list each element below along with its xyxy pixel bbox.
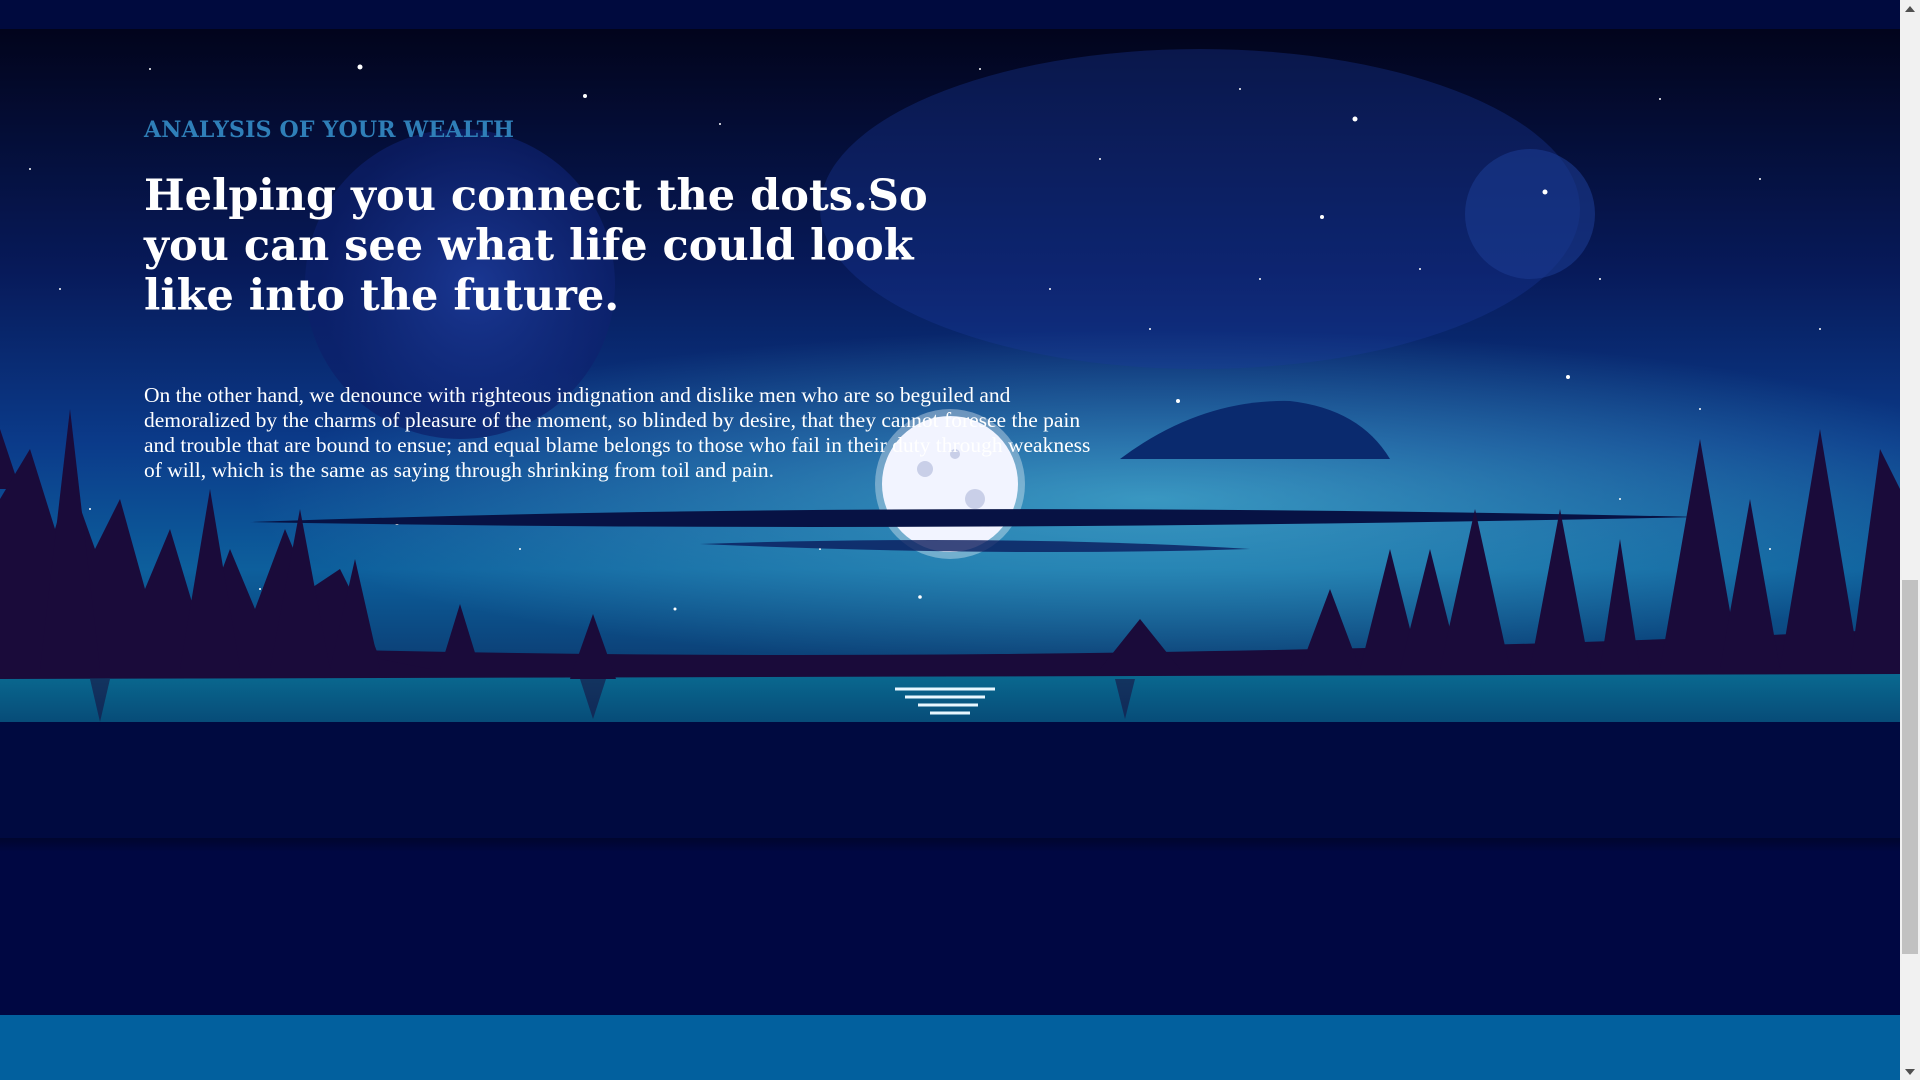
triangle-down-icon <box>1905 1068 1915 1075</box>
footer-bar <box>0 1015 1900 1080</box>
top-strip <box>0 0 1900 29</box>
section-eyebrow: ANALYSIS OF YOUR WEALTH <box>144 117 515 143</box>
hero-body-text: On the other hand, we denounce with righ… <box>144 383 1091 482</box>
hero-content: ANALYSIS OF YOUR WEALTH Helping you conn… <box>144 117 1094 483</box>
dark-band <box>0 722 1900 844</box>
scrollbar-thumb[interactable] <box>1902 580 1918 954</box>
scroll-up-button[interactable] <box>1900 0 1920 17</box>
vertical-scrollbar[interactable] <box>1900 0 1920 1080</box>
scroll-down-button[interactable] <box>1900 1063 1920 1080</box>
band-divider <box>0 838 1900 852</box>
hero-section: ANALYSIS OF YOUR WEALTH Helping you conn… <box>0 29 1900 722</box>
hero-headline: Helping you connect the dots.So you can … <box>144 171 928 321</box>
triangle-up-icon <box>1905 5 1915 12</box>
